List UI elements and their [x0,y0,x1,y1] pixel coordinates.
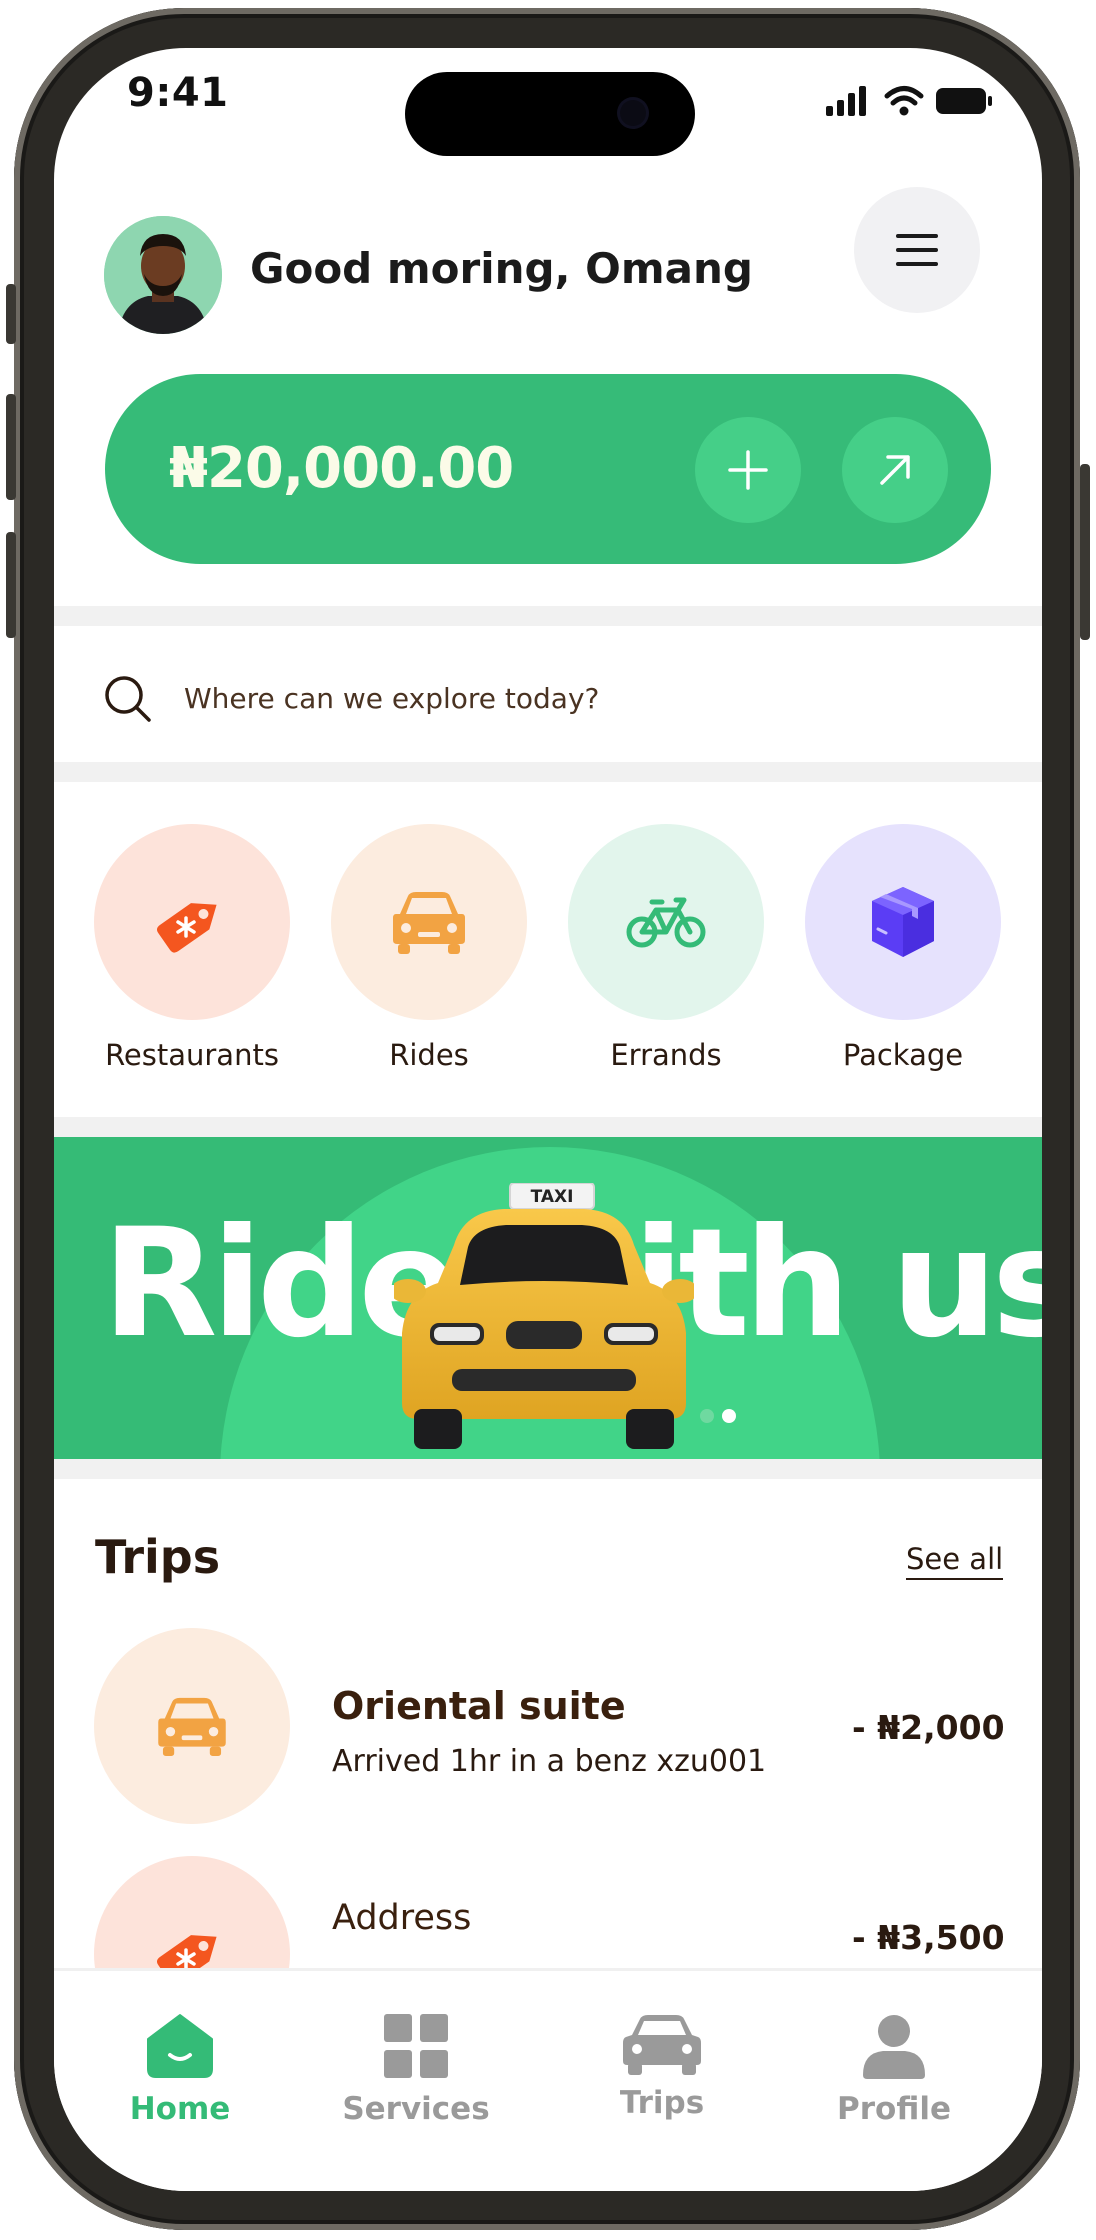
tag-icon [157,903,217,953]
nav-label: Services [342,2091,490,2127]
avatar[interactable] [104,216,222,334]
volume-down-button [6,532,16,638]
svg-text:TAXI: TAXI [531,1187,574,1207]
nav-profile[interactable]: Profile [794,2013,994,2127]
status-time: 9:41 [127,70,229,116]
car-icon [158,1697,226,1756]
trip-detail: Arrived 1hr in a benz xzu001 [332,1744,767,1779]
trips-section-title: Trips [95,1530,221,1584]
nav-label: Home [129,2091,231,2127]
category-icon-circle [568,824,764,1020]
plus-icon [728,450,768,490]
category-label: Errands [610,1038,722,1072]
category-package[interactable]: Package [805,824,1001,1072]
section-divider [54,1459,1042,1479]
hamburger-icon [896,234,938,266]
carousel-dot-2[interactable] [722,1409,736,1423]
carousel-dot-1[interactable] [700,1409,714,1423]
search-input[interactable] [184,682,884,715]
signal-icon [826,86,866,116]
nav-label: Trips [619,2085,705,2121]
bottom-nav: Home Services Trips Profile [54,1968,1042,2191]
trip-amount: - ₦3,500 [852,1918,1005,1957]
nav-home[interactable]: Home [80,2013,280,2127]
category-rides[interactable]: Rides [331,824,527,1072]
nav-trips[interactable]: Trips [562,2013,762,2121]
app-screen: 9:41 Good moring, Omang ₦20,000.00 Where… [54,48,1042,2191]
home-icon [147,2014,213,2078]
car-icon [623,2015,701,2075]
nav-services[interactable]: Services [316,2013,516,2127]
trip-name: Address [332,1898,472,1938]
battery-icon [936,88,992,114]
car-icon [393,892,465,954]
status-icons [824,80,994,120]
category-icon-circle [331,824,527,1020]
bicycle-icon [626,897,706,948]
box-icon [872,887,934,957]
see-all-link[interactable]: See all [906,1542,1004,1580]
dynamic-island [405,72,695,156]
wifi-icon [884,86,924,106]
category-errands[interactable]: Errands [568,824,764,1072]
send-money-button[interactable] [842,417,948,523]
search-icon [104,675,154,729]
category-label: Restaurants [105,1038,279,1072]
grid-icon [384,2014,448,2078]
category-label: Package [842,1038,964,1072]
trip-row[interactable]: Oriental suite Arrived 1hr in a benz xzu… [54,1628,1042,1828]
action-button [6,284,16,344]
category-label: Rides [389,1038,469,1072]
nav-label: Profile [837,2091,951,2127]
taxi-illustration: TAXI [390,1182,698,1459]
greeting-text: Good moring, Omang [250,244,753,293]
add-money-button[interactable] [695,417,801,523]
power-button [1080,464,1090,640]
user-icon [863,2015,925,2079]
section-divider [54,606,1042,626]
category-restaurants[interactable]: Restaurants [94,824,290,1072]
trip-amount: - ₦2,000 [852,1708,1005,1747]
category-icon-circle [805,824,1001,1020]
section-divider [54,762,1042,782]
trip-icon-circle [94,1628,290,1824]
camera-icon [620,100,646,126]
menu-button[interactable] [854,187,980,313]
arrow-up-right-icon [880,455,910,485]
section-divider [54,1117,1042,1137]
trip-name: Oriental suite [332,1684,626,1728]
category-icon-circle [94,824,290,1020]
volume-up-button [6,394,16,500]
wallet-balance: ₦20,000.00 [169,436,514,501]
promo-banner[interactable]: Ride with us TAXI [54,1137,1042,1459]
